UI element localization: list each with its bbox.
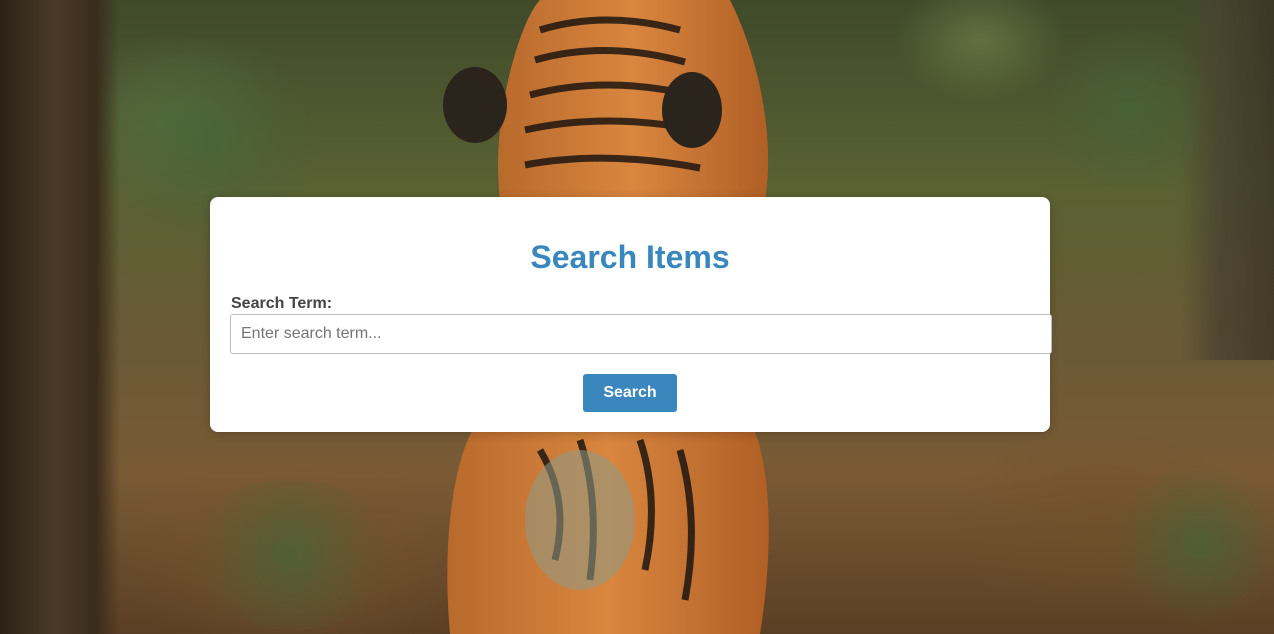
- search-term-label: Search Term:: [231, 295, 333, 312]
- foliage-cluster: [1040, 30, 1220, 190]
- page-background: Search Items Search Term: Search: [0, 0, 1274, 634]
- foliage-cluster: [1120, 460, 1274, 630]
- page-title: Search Items: [530, 239, 730, 275]
- search-input[interactable]: [230, 314, 1052, 354]
- foliage-cluster: [180, 480, 400, 630]
- search-card: Search Items Search Term: Search: [210, 197, 1052, 432]
- search-button[interactable]: Search: [583, 374, 677, 412]
